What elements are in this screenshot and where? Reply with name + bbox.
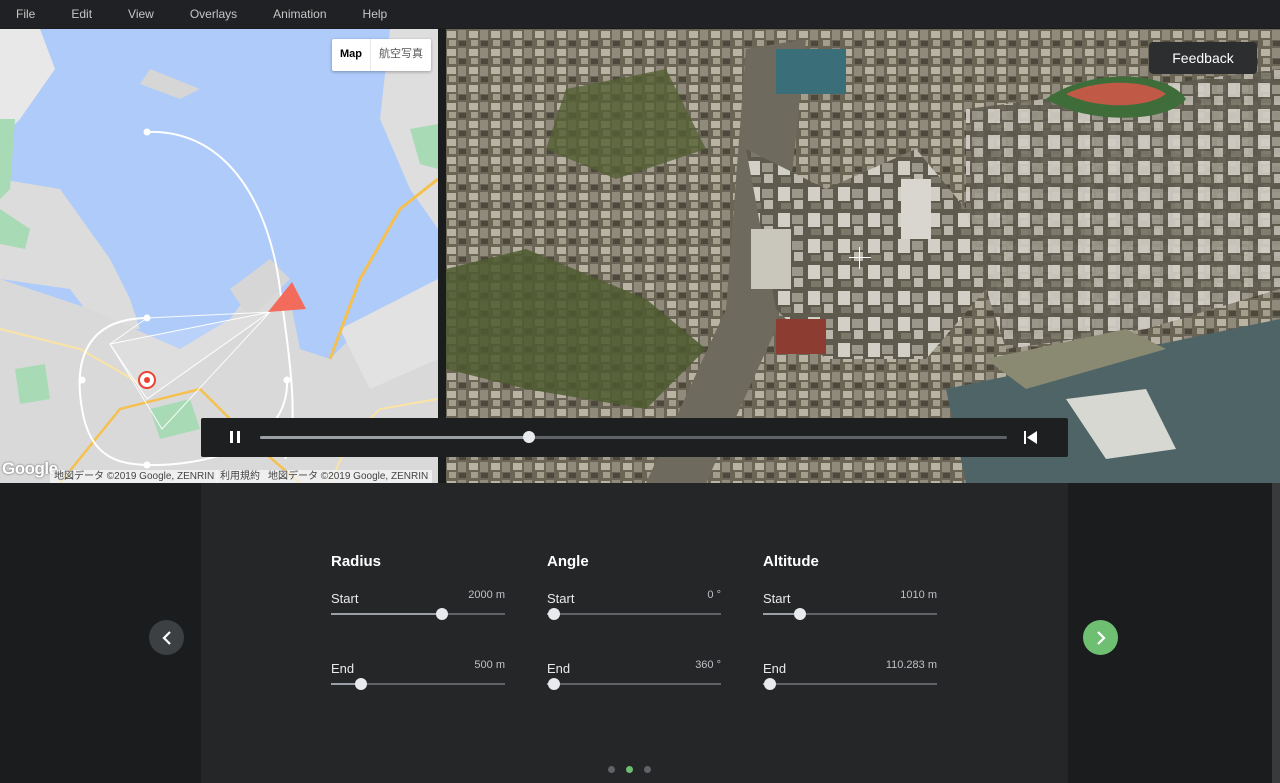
page-dot[interactable] [608,766,615,773]
row-value: 360 ° [695,659,721,671]
row-label: End [763,661,787,676]
slider-handle[interactable] [547,608,560,620]
row-value: 2000 m [468,589,505,601]
row-label: End [331,661,355,676]
altitude-start-row: Start 1010 m [763,589,937,631]
angle-end-slider[interactable] [547,678,721,690]
map-graphics [0,29,438,483]
map-type-satellite-button[interactable]: 航空写真 [370,39,431,71]
altitude-end-row: End 110.283 m [763,659,937,701]
map-view[interactable]: Map 航空写真 Google 地図データ ©2019 Google, ZENR… [0,29,438,483]
row-value: 110.283 m [885,659,937,671]
menu-edit[interactable]: Edit [55,7,92,21]
pause-icon[interactable] [229,431,242,444]
timeline-fill [260,436,529,439]
right-edge [1272,483,1280,783]
pane-divider[interactable] [438,29,446,483]
chevron-right-icon [1096,630,1106,645]
crosshair-icon [849,257,871,258]
row-label: Start [763,591,791,606]
radius-start-row: Start 2000 m [331,589,505,631]
angle-start-slider[interactable] [547,608,721,620]
slider-fill [331,613,443,615]
row-value: 1010 m [900,589,937,601]
row-label: End [547,661,571,676]
menu-file[interactable]: File [0,7,35,21]
slider-handle[interactable] [793,608,806,620]
map-attribution: 地図データ ©2019 Google, ZENRIN [50,470,219,483]
page-indicator [608,766,662,773]
altitude-end-slider[interactable] [763,678,937,690]
row-value: 0 ° [707,589,721,601]
angle-start-row: Start 0 ° [547,589,721,631]
slider-handle[interactable] [547,678,560,690]
playback-bar [201,418,1068,457]
previous-keyframe-button[interactable] [149,620,184,655]
row-value: 500 m [474,659,505,671]
terms-link[interactable]: 利用規約 [216,470,264,483]
group-title: Altitude [763,553,819,570]
timeline-handle[interactable] [522,431,535,443]
menu-bar: File Edit View Overlays Animation Help [0,0,1280,28]
angle-end-row: End 360 ° [547,659,721,701]
menu-animation[interactable]: Animation [257,7,326,21]
altitude-start-slider[interactable] [763,608,937,620]
group-title: Angle [547,553,589,570]
map-attribution-secondary: 地図データ ©2019 Google, ZENRIN [264,470,433,483]
chevron-left-icon [161,630,171,645]
aerial-scene [446,29,1280,483]
keyframe-panel: Radius Start 2000 m End 500 m Angle Star… [201,483,1068,783]
map-type-toggle: Map 航空写真 [332,39,431,71]
page-dot-active[interactable] [626,766,633,773]
page-dot[interactable] [644,766,651,773]
row-label: Start [331,591,359,606]
slider-handle[interactable] [763,678,776,690]
menu-help[interactable]: Help [347,7,388,21]
map-type-map-button[interactable]: Map [332,39,370,71]
slider-handle[interactable] [354,678,367,690]
radius-end-slider[interactable] [331,678,505,690]
crosshair-icon-vertical [859,247,860,269]
menu-view[interactable]: View [112,7,154,21]
skip-to-start-icon[interactable] [1024,431,1038,444]
menu-overlays[interactable]: Overlays [174,7,237,21]
radius-end-row: End 500 m [331,659,505,701]
next-keyframe-button[interactable] [1083,620,1118,655]
earth-3d-view[interactable] [446,29,1280,483]
timeline-track[interactable] [260,431,1007,443]
radius-start-slider[interactable] [331,608,505,620]
feedback-button[interactable]: Feedback [1149,42,1257,74]
slider-handle[interactable] [436,608,449,620]
group-title: Radius [331,553,382,570]
row-label: Start [547,591,575,606]
